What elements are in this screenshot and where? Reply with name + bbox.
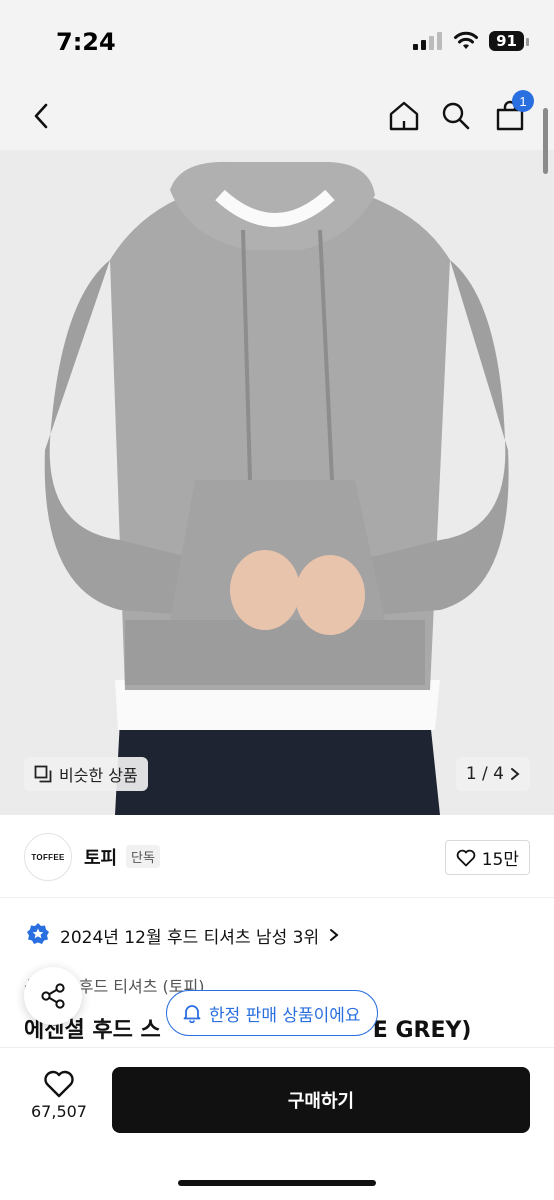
similar-products-button[interactable]: 비슷한 상품 [24, 757, 148, 791]
limited-sale-toast[interactable]: 한정 판매 상품이에요 [166, 990, 378, 1036]
product-image-gallery[interactable] [0, 150, 554, 815]
product-photo-hoodie [0, 150, 554, 815]
limited-sale-text: 한정 판매 상품이에요 [209, 1005, 361, 1026]
gallery-page-indicator[interactable]: 1 / 4 [455, 757, 530, 791]
top-nav-bar: 1 [0, 84, 554, 150]
wishlist-button[interactable]: 67,507 [24, 1070, 94, 1121]
back-icon [34, 103, 48, 129]
signal-icon [413, 32, 443, 50]
ranking-text: 2024년 12월 후드 티셔츠 남성 3위 [60, 927, 320, 948]
shop-row[interactable]: TOFFEE 토피 단독 15만 [0, 816, 554, 898]
product-title-end: E GREY) [372, 1018, 472, 1043]
bottom-action-bar: 67,507 구매하기 [0, 1047, 554, 1200]
search-icon [442, 102, 470, 130]
cart-button[interactable]: 1 [490, 90, 534, 136]
page-indicator-text: 1 / 4 [465, 764, 504, 784]
chevron-right-icon [511, 768, 520, 780]
status-icons: 91 [413, 31, 529, 51]
heart-icon [456, 849, 476, 866]
status-time: 7:24 [56, 28, 116, 56]
similar-products-label: 비슷한 상품 [59, 766, 138, 785]
ranking-badge-icon [27, 923, 49, 944]
share-icon [41, 983, 65, 1009]
battery-indicator: 91 [489, 31, 529, 51]
shop-logo[interactable]: TOFFEE [24, 833, 72, 881]
home-button[interactable] [384, 96, 424, 136]
home-icon [389, 101, 419, 131]
exclusive-badge: 단독 [126, 845, 160, 868]
shop-like-button[interactable]: 15만 [444, 840, 530, 875]
scroll-indicator[interactable] [543, 108, 548, 174]
shop-like-count: 15만 [481, 850, 519, 870]
bell-icon [183, 1005, 201, 1023]
similar-icon [34, 765, 52, 783]
search-button[interactable] [436, 96, 476, 136]
home-indicator[interactable] [178, 1180, 376, 1186]
shop-name[interactable]: 토피 [84, 844, 117, 870]
cart-count-badge: 1 [512, 90, 534, 112]
share-button[interactable] [24, 967, 82, 1025]
wishlist-count: 67,507 [31, 1102, 87, 1121]
chevron-right-icon [330, 929, 339, 941]
heart-icon [44, 1070, 74, 1098]
buy-button[interactable]: 구매하기 [112, 1067, 530, 1133]
status-bar: 7:24 91 [0, 0, 554, 84]
ranking-link[interactable]: 2024년 12월 후드 티셔츠 남성 3위 [26, 922, 339, 948]
back-button[interactable] [22, 96, 62, 136]
wifi-icon [454, 31, 479, 49]
